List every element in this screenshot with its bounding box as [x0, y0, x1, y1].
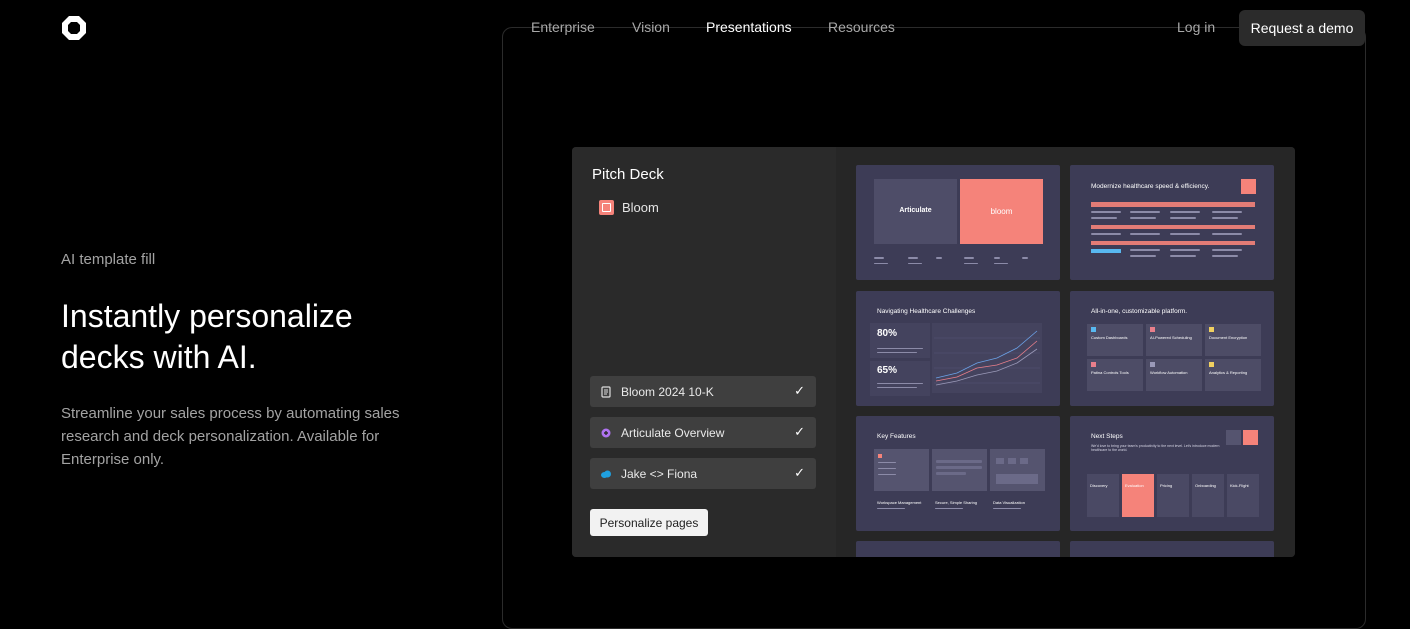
step-label: Evaluation	[1125, 483, 1144, 488]
stat-80: 80%	[877, 328, 898, 339]
feature-column-label: Data Visualization	[993, 500, 1025, 505]
pitch-deck-panel: Pitch Deck Bloom Bloom 2024 10-K ✓ Artic…	[572, 147, 837, 557]
feature-column-label: Secure, Simple Sharing	[935, 500, 978, 505]
slide-thumbnail-platform[interactable]: All-in-one, customizable platform. Custo…	[1070, 291, 1274, 406]
source-item-articulate[interactable]: Articulate Overview ✓	[590, 417, 816, 448]
feature-label: Patina Controls Tools	[1091, 370, 1129, 375]
login-link[interactable]: Log in	[1177, 19, 1215, 35]
bloom-logo-icon	[1241, 179, 1256, 194]
source-label: Jake <> Fiona	[621, 466, 698, 481]
slide-thumbnail-cover[interactable]: Articulate bloom	[856, 165, 1060, 280]
bloom-block: bloom	[960, 179, 1043, 244]
check-icon: ✓	[794, 424, 805, 439]
check-icon: ✓	[794, 383, 805, 398]
nav-presentations[interactable]: Presentations	[706, 19, 792, 35]
slide-thumbnail-modernize[interactable]: Modernize healthcare speed & efficiency.	[1070, 165, 1274, 280]
feature-label: AI-Powered Scheduling	[1150, 335, 1192, 340]
slide-thumbnail-challenges[interactable]: Navigating Healthcare Challenges 80% 65%	[856, 291, 1060, 406]
feature-label: Analytics & Reporting	[1209, 370, 1248, 375]
step-label: Onboarding	[1195, 483, 1216, 488]
source-label: Bloom 2024 10-K	[621, 384, 714, 399]
feature-column-label: Workspace Management	[877, 500, 922, 505]
step-label: Kick-Flight	[1230, 483, 1249, 488]
hero-description: Streamline your sales process by automat…	[61, 405, 400, 468]
bloom-brand: bloom	[990, 207, 1013, 216]
articulate-block: Articulate	[874, 179, 957, 244]
logo-icon[interactable]	[60, 14, 88, 42]
slide-gallery: Articulate bloom Modernize healthcare sp…	[836, 147, 1295, 557]
company-item[interactable]: Bloom	[599, 200, 659, 215]
document-icon	[601, 385, 611, 398]
slide-title: Navigating Healthcare Challenges	[877, 308, 976, 315]
nav-enterprise[interactable]: Enterprise	[531, 19, 595, 35]
feature-label: Document Encryption	[1209, 335, 1248, 340]
source-label: Articulate Overview	[621, 425, 725, 440]
slide-thumbnail-key-features[interactable]: Key Features Workspace Management Secure…	[856, 416, 1060, 531]
slide-thumbnail-partial[interactable]	[856, 541, 1060, 557]
slide-subtitle: We'd love to bring your team's productiv…	[1091, 444, 1220, 452]
slide-title: Modernize healthcare speed & efficiency.	[1091, 183, 1210, 190]
eyebrow-label: AI template fill	[61, 251, 156, 268]
slide-title: Next Steps	[1091, 433, 1123, 440]
source-item-10k[interactable]: Bloom 2024 10-K ✓	[590, 376, 816, 407]
articulate-brand: Articulate	[899, 207, 932, 214]
company-name: Bloom	[622, 200, 659, 215]
page-title: Instantly personalize decks with AI.	[61, 296, 481, 378]
source-item-salesforce[interactable]: Jake <> Fiona ✓	[590, 458, 816, 489]
headline-line-2: decks with AI.	[61, 339, 257, 375]
articulate-logo-icon	[1226, 430, 1241, 445]
deck-builder-mockup: Pitch Deck Bloom Bloom 2024 10-K ✓ Artic…	[572, 147, 1295, 557]
feature-label: Workflow Automation	[1150, 370, 1188, 375]
slide-title: All-in-one, customizable platform.	[1091, 308, 1188, 315]
personalize-pages-button[interactable]: Personalize pages	[590, 509, 708, 536]
slide-title: Key Features	[877, 433, 916, 440]
nav-vision[interactable]: Vision	[632, 19, 670, 35]
stat-65: 65%	[877, 365, 898, 376]
slide-thumbnail-partial[interactable]	[1070, 541, 1274, 557]
check-icon: ✓	[794, 465, 805, 480]
headline-line-1: Instantly personalize	[61, 298, 353, 334]
step-label: Pricing	[1160, 483, 1173, 488]
trend-lines	[934, 330, 1040, 386]
articulate-icon	[601, 428, 611, 437]
request-demo-button[interactable]: Request a demo	[1239, 10, 1365, 46]
bloom-logo-icon	[599, 200, 614, 215]
feature-label: Custom Dashboards	[1091, 335, 1128, 340]
salesforce-cloud-icon	[601, 470, 611, 478]
bloom-logo-icon	[1243, 430, 1258, 445]
nav-resources[interactable]: Resources	[828, 19, 895, 35]
step-label: Discovery	[1090, 483, 1108, 488]
panel-title: Pitch Deck	[592, 166, 664, 183]
slide-thumbnail-next-steps[interactable]: Next Steps We'd love to bring your team'…	[1070, 416, 1274, 531]
